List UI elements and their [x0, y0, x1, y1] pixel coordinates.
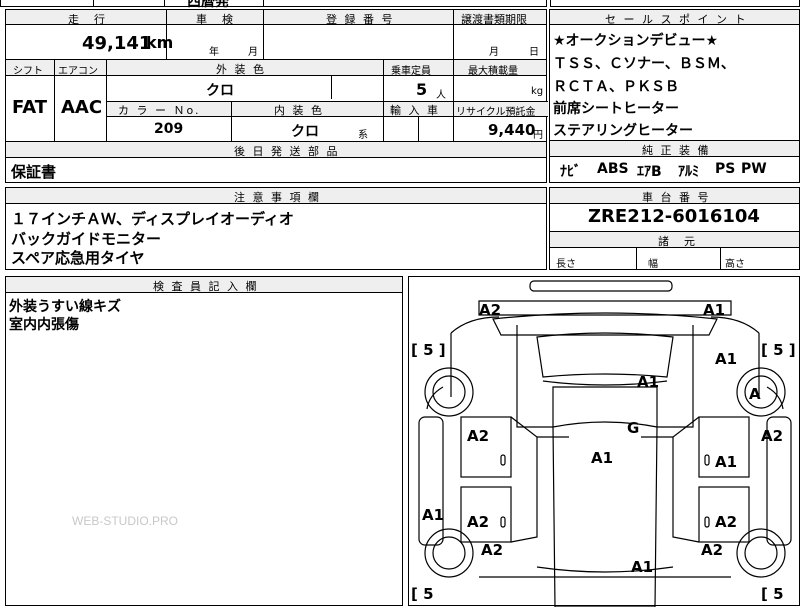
damage-mark: A1 — [715, 453, 737, 471]
damage-diagram: A2 A1 A1 A1 A A2 G A2 A1 A1 A1 A2 A2 A2 … — [408, 276, 800, 607]
damage-mark: A2 — [479, 301, 501, 319]
delivery-parts-label: 後 日 発 送 部 品 — [234, 145, 340, 158]
height-label: 高さ — [725, 259, 745, 270]
equipment-item: ｱﾙﾐ — [678, 164, 699, 180]
inspection-label: 車 検 — [196, 13, 235, 26]
inspector-line: 外装うすい線キズ — [9, 299, 121, 315]
max-load-unit: kg — [531, 86, 544, 97]
aircon-label: エアコン — [58, 66, 98, 77]
mileage-label: 走 行 — [68, 13, 107, 26]
recycle-value: 9,440 — [488, 121, 536, 139]
equipment-label: 純 正 装 備 — [642, 144, 711, 157]
inspector-line: 室内内張傷 — [9, 317, 79, 333]
top-strip-right — [550, 0, 800, 7]
interior-color-value: クロ — [291, 124, 319, 140]
exterior-color-label: 外 装 色 — [216, 63, 266, 76]
color-no-value: 209 — [154, 121, 184, 137]
note-line: スペア応急用タイヤ — [11, 249, 145, 267]
mileage-unit: km — [146, 33, 174, 52]
top-strip: 西暦発 — [0, 0, 547, 10]
transfer-month: 月 — [489, 47, 499, 58]
notes: 注 意 事 項 欄 １７インチＡＷ、ディスプレイオーディオ バックガイドモニター… — [5, 187, 547, 270]
equipment-item: ｴｱB — [637, 164, 662, 180]
capacity-label: 乗車定員 — [391, 66, 431, 77]
chassis-label: 車 台 番 号 — [642, 191, 711, 204]
damage-mark: G — [627, 419, 639, 437]
sales-point-line: ＴＳＳ、Ｃソナー、ＢＳＭ、 — [553, 56, 735, 72]
note-line: バックガイドモニター — [11, 230, 162, 248]
interior-color-suffix: 系 — [358, 130, 368, 141]
exterior-color-value: クロ — [206, 83, 234, 99]
equipment-item: PW — [741, 161, 767, 177]
tire-mark: [ 5 — [761, 585, 784, 603]
note-line: １７インチＡＷ、ディスプレイオーディオ — [11, 210, 294, 228]
inspection-year: 年 — [209, 47, 219, 58]
equipment-item: PS — [715, 161, 736, 177]
sales-points: セ ー ル ス ポ イ ン ト ★オークションデビュー★ ＴＳＳ、Ｃソナー、ＢＳ… — [549, 9, 800, 141]
shift-label: シフト — [13, 66, 43, 77]
width-label: 幅 — [648, 259, 658, 270]
chassis-value: ZRE212-6016104 — [588, 206, 760, 227]
car-outline: A2 A1 A1 A1 A A2 G A2 A1 A1 A1 A2 A2 A2 … — [411, 280, 796, 607]
damage-mark: A1 — [637, 373, 659, 391]
inspector-label: 検 査 員 記 入 欄 — [153, 280, 259, 293]
sales-point-line: ＲＣＴＡ、ＰＫＳＢ — [553, 79, 679, 95]
inspection-month: 月 — [248, 47, 258, 58]
sales-point-line: ステアリングヒーター — [553, 123, 693, 139]
sales-points-label: セ ー ル ス ポ イ ン ト — [605, 13, 748, 26]
max-load-label: 最大積載量 — [468, 66, 518, 77]
damage-mark: A1 — [591, 449, 613, 467]
damage-mark: A1 — [703, 301, 725, 319]
damage-mark: A1 — [422, 506, 444, 524]
recycle-label: リサイクル預託金 — [456, 107, 536, 118]
capacity-unit: 人 — [436, 90, 446, 101]
tire-mark: [ 5 ] — [761, 341, 796, 359]
damage-mark: A2 — [715, 513, 737, 531]
inspector-notes: 検 査 員 記 入 欄 外装うすい線キズ 室内内張傷 — [5, 276, 403, 606]
length-label: 長さ — [556, 259, 576, 270]
damage-mark: A1 — [715, 350, 737, 368]
aircon-value: AAC — [61, 97, 103, 118]
damage-mark: A — [749, 385, 761, 403]
tire-mark: [ 5 ] — [411, 341, 446, 359]
import-label: 輸 入 車 — [390, 104, 440, 117]
equipment: 純 正 装 備 ﾅﾋﾞ ABS ｴｱB ｱﾙﾐ PS PW — [549, 140, 800, 183]
header-row: 走 行 車 検 登 録 番 号 譲渡書類期限 49,141 km 年 月 月 日 — [5, 9, 547, 60]
vehicle-info: シフト エアコン 外 装 色 乗車定員 最大積載量 FAT AAC クロ 5 人… — [5, 59, 548, 142]
delivery-parts: 後 日 発 送 部 品 保証書 — [5, 141, 547, 183]
damage-mark: A2 — [701, 541, 723, 559]
watermark: WEB-STUDIO.PRO — [72, 514, 179, 528]
damage-mark: A1 — [631, 558, 653, 576]
dimensions-label: 諸 元 — [658, 235, 697, 248]
recycle-unit: 円 — [533, 130, 543, 141]
interior-color-label: 内 装 色 — [274, 104, 324, 117]
transfer-deadline-label: 譲渡書類期限 — [461, 13, 527, 26]
sales-point-line: 前席シートヒーター — [553, 101, 679, 117]
notes-label: 注 意 事 項 欄 — [234, 191, 321, 204]
chassis-number: 車 台 番 号 ZRE212-6016104 — [549, 187, 800, 232]
damage-mark: A2 — [467, 427, 489, 445]
equipment-item: ﾅﾋﾞ — [560, 164, 581, 180]
sales-point-line: ★オークションデビュー★ — [553, 33, 719, 49]
damage-mark: A2 — [481, 541, 503, 559]
mileage-value: 49,141 — [82, 33, 152, 54]
dimensions: 諸 元 長さ 幅 高さ — [549, 231, 800, 270]
color-no-label: カ ラ ー Ｎo. — [118, 104, 201, 117]
tire-mark: [ 5 — [411, 585, 434, 603]
capacity-value: 5 — [416, 80, 428, 99]
delivery-parts-value: 保証書 — [11, 163, 57, 181]
registration-label: 登 録 番 号 — [326, 13, 395, 26]
shift-value: FAT — [12, 97, 48, 118]
damage-mark: A2 — [467, 513, 489, 531]
transfer-day: 日 — [529, 47, 539, 58]
damage-mark: A2 — [761, 427, 783, 445]
equipment-item: ABS — [597, 161, 629, 177]
